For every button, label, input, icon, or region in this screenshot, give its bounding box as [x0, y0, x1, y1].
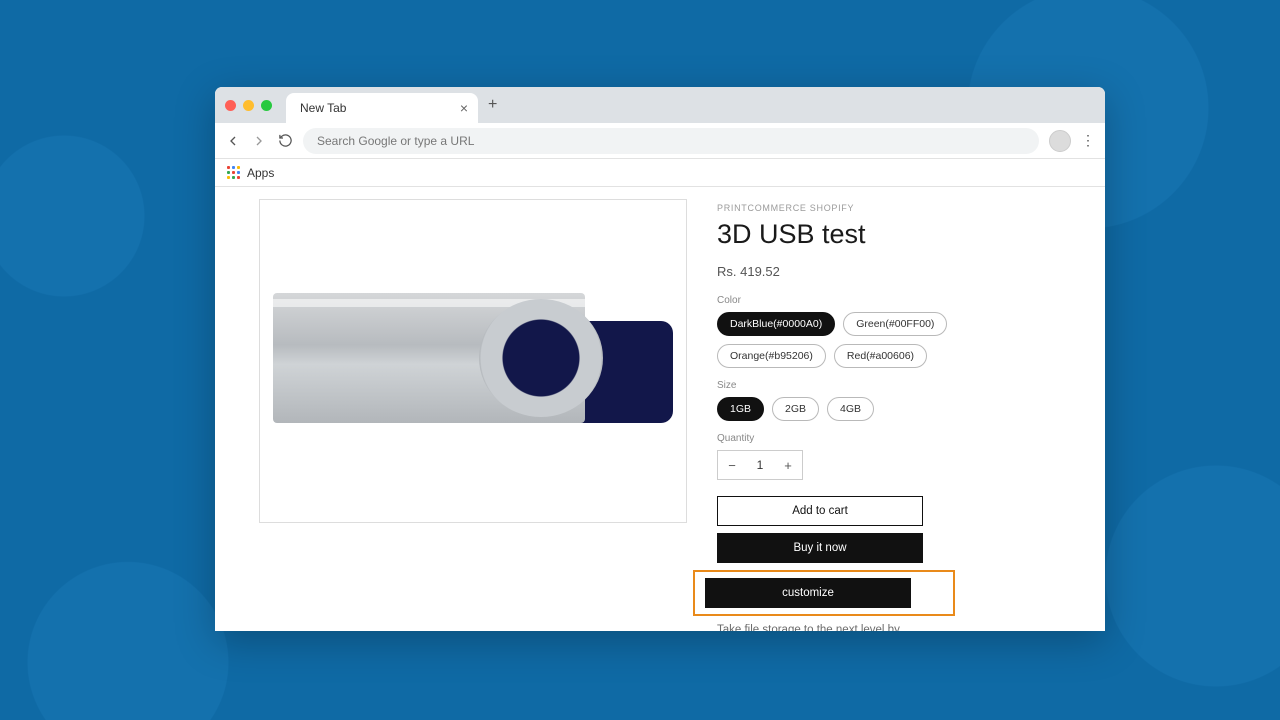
profile-avatar-icon[interactable] — [1049, 130, 1071, 152]
minimize-window-icon[interactable] — [243, 100, 254, 111]
color-option-darkblue[interactable]: DarkBlue(#0000A0) — [717, 312, 835, 336]
vendor-label: PRINTCOMMERCE SHOPIFY — [717, 203, 1037, 213]
apps-label[interactable]: Apps — [247, 166, 274, 180]
quantity-stepper: − 1 + — [717, 450, 803, 480]
window-controls — [225, 87, 272, 123]
reload-icon[interactable] — [277, 133, 293, 149]
size-option-2gb[interactable]: 2GB — [772, 397, 819, 421]
url-placeholder: Search Google or type a URL — [317, 134, 474, 148]
quantity-increase-button[interactable]: + — [774, 451, 802, 479]
tab-strip: New Tab × + — [215, 87, 1105, 123]
color-option-orange[interactable]: Orange(#b95206) — [717, 344, 826, 368]
color-options: DarkBlue(#0000A0) Green(#00FF00) Orange(… — [717, 312, 1037, 368]
browser-tab[interactable]: New Tab × — [286, 93, 478, 123]
add-to-cart-button[interactable]: Add to cart — [717, 496, 923, 526]
product-details: PRINTCOMMERCE SHOPIFY 3D USB test Rs. 41… — [717, 199, 1037, 631]
size-label: Size — [717, 380, 1037, 391]
size-option-1gb[interactable]: 1GB — [717, 397, 764, 421]
usb-metal-icon — [273, 293, 585, 423]
color-option-green[interactable]: Green(#00FF00) — [843, 312, 947, 336]
quantity-value: 1 — [746, 451, 774, 479]
color-option-red[interactable]: Red(#a00606) — [834, 344, 927, 368]
apps-grid-icon[interactable] — [227, 166, 241, 180]
customize-button[interactable]: customize — [705, 578, 911, 608]
tab-title: New Tab — [300, 101, 346, 115]
close-tab-icon[interactable]: × — [460, 100, 468, 116]
color-label: Color — [717, 295, 1037, 306]
buy-now-button[interactable]: Buy it now — [717, 533, 923, 563]
browser-window: New Tab × + Search Google or type a URL … — [215, 87, 1105, 631]
product-page: PRINTCOMMERCE SHOPIFY 3D USB test Rs. 41… — [215, 187, 1105, 631]
url-input[interactable]: Search Google or type a URL — [303, 128, 1039, 154]
kebab-menu-icon[interactable]: ⋮ — [1081, 132, 1095, 149]
address-bar: Search Google or type a URL ⋮ — [215, 123, 1105, 159]
quantity-label: Quantity — [717, 433, 1037, 444]
product-price: Rs. 419.52 — [717, 264, 1037, 279]
size-options: 1GB 2GB 4GB — [717, 397, 1037, 421]
product-title: 3D USB test — [717, 219, 1037, 250]
new-tab-button[interactable]: + — [488, 96, 497, 114]
quantity-decrease-button[interactable]: − — [718, 451, 746, 479]
bookmarks-bar: Apps — [215, 159, 1105, 187]
maximize-window-icon[interactable] — [261, 100, 272, 111]
close-window-icon[interactable] — [225, 100, 236, 111]
product-description: Take file storage to the next level by d… — [717, 622, 927, 631]
usb-illustration — [273, 293, 673, 429]
customize-highlight: customize — [693, 570, 955, 616]
product-image — [259, 199, 687, 523]
back-icon[interactable] — [225, 133, 241, 149]
size-option-4gb[interactable]: 4GB — [827, 397, 874, 421]
forward-icon[interactable] — [251, 133, 267, 149]
